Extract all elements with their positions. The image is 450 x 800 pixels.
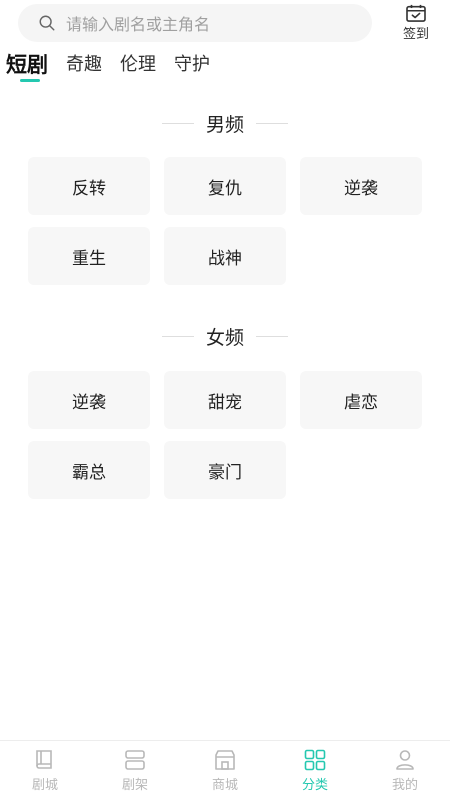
signin-button[interactable]: 签到 [395,4,437,42]
divider [256,122,288,124]
section-title-male: 男频 [0,108,450,138]
search-bar[interactable]: 请输入剧名或主角名 [18,4,372,42]
genre-chip[interactable]: 反转 [28,157,150,215]
section-title-text: 女频 [205,326,244,349]
tab-short-drama[interactable]: 短剧 [6,52,48,82]
genre-chip[interactable]: 豪门 [164,441,286,499]
shelf-icon [125,750,145,770]
store-icon [215,750,235,770]
tab-guardian[interactable]: 守护 [174,52,210,78]
divider [161,122,194,124]
calendar-check-icon [406,4,426,22]
bottom-nav: 剧城 剧架 商城 分类 我的 [0,740,450,800]
genre-chip[interactable]: 逆袭 [28,371,150,429]
divider [161,335,194,337]
nav-item-category[interactable]: 分类 [270,741,360,800]
genre-chip[interactable]: 虐恋 [300,371,422,429]
category-tabs: 短剧 奇趣 伦理 守护 [6,52,228,82]
nav-label: 商城 [211,778,238,793]
nav-item-shelf[interactable]: 剧架 [90,741,180,800]
section-title-female: 女频 [0,321,450,351]
genre-chip[interactable]: 逆袭 [300,157,422,215]
genre-chip[interactable]: 霸总 [28,441,150,499]
section-title-text: 男频 [205,113,244,136]
search-placeholder: 请输入剧名或主角名 [66,15,211,34]
genre-chip[interactable]: 复仇 [164,157,286,215]
nav-label: 剧架 [121,778,148,793]
genre-chip[interactable]: 重生 [28,227,150,285]
nav-item-profile[interactable]: 我的 [360,741,450,800]
nav-label: 分类 [301,778,328,793]
genre-chip[interactable]: 甜宠 [164,371,286,429]
tab-ethics[interactable]: 伦理 [120,52,156,78]
tab-curious[interactable]: 奇趣 [66,52,102,78]
nav-label: 剧城 [31,778,58,793]
grid-icon [304,749,326,771]
signin-label: 签到 [402,27,429,42]
nav-item-theater[interactable]: 剧城 [0,741,90,800]
divider [256,335,288,337]
user-icon [396,750,414,770]
category-page: 请输入剧名或主角名 签到 短剧 奇趣 伦理 守护 男频 反转 复仇 逆袭 重生 … [0,0,450,800]
search-icon [39,15,55,31]
nav-label: 我的 [391,778,418,793]
nav-item-store[interactable]: 商城 [180,741,270,800]
genre-chip[interactable]: 战神 [164,227,286,285]
book-icon [36,750,52,769]
